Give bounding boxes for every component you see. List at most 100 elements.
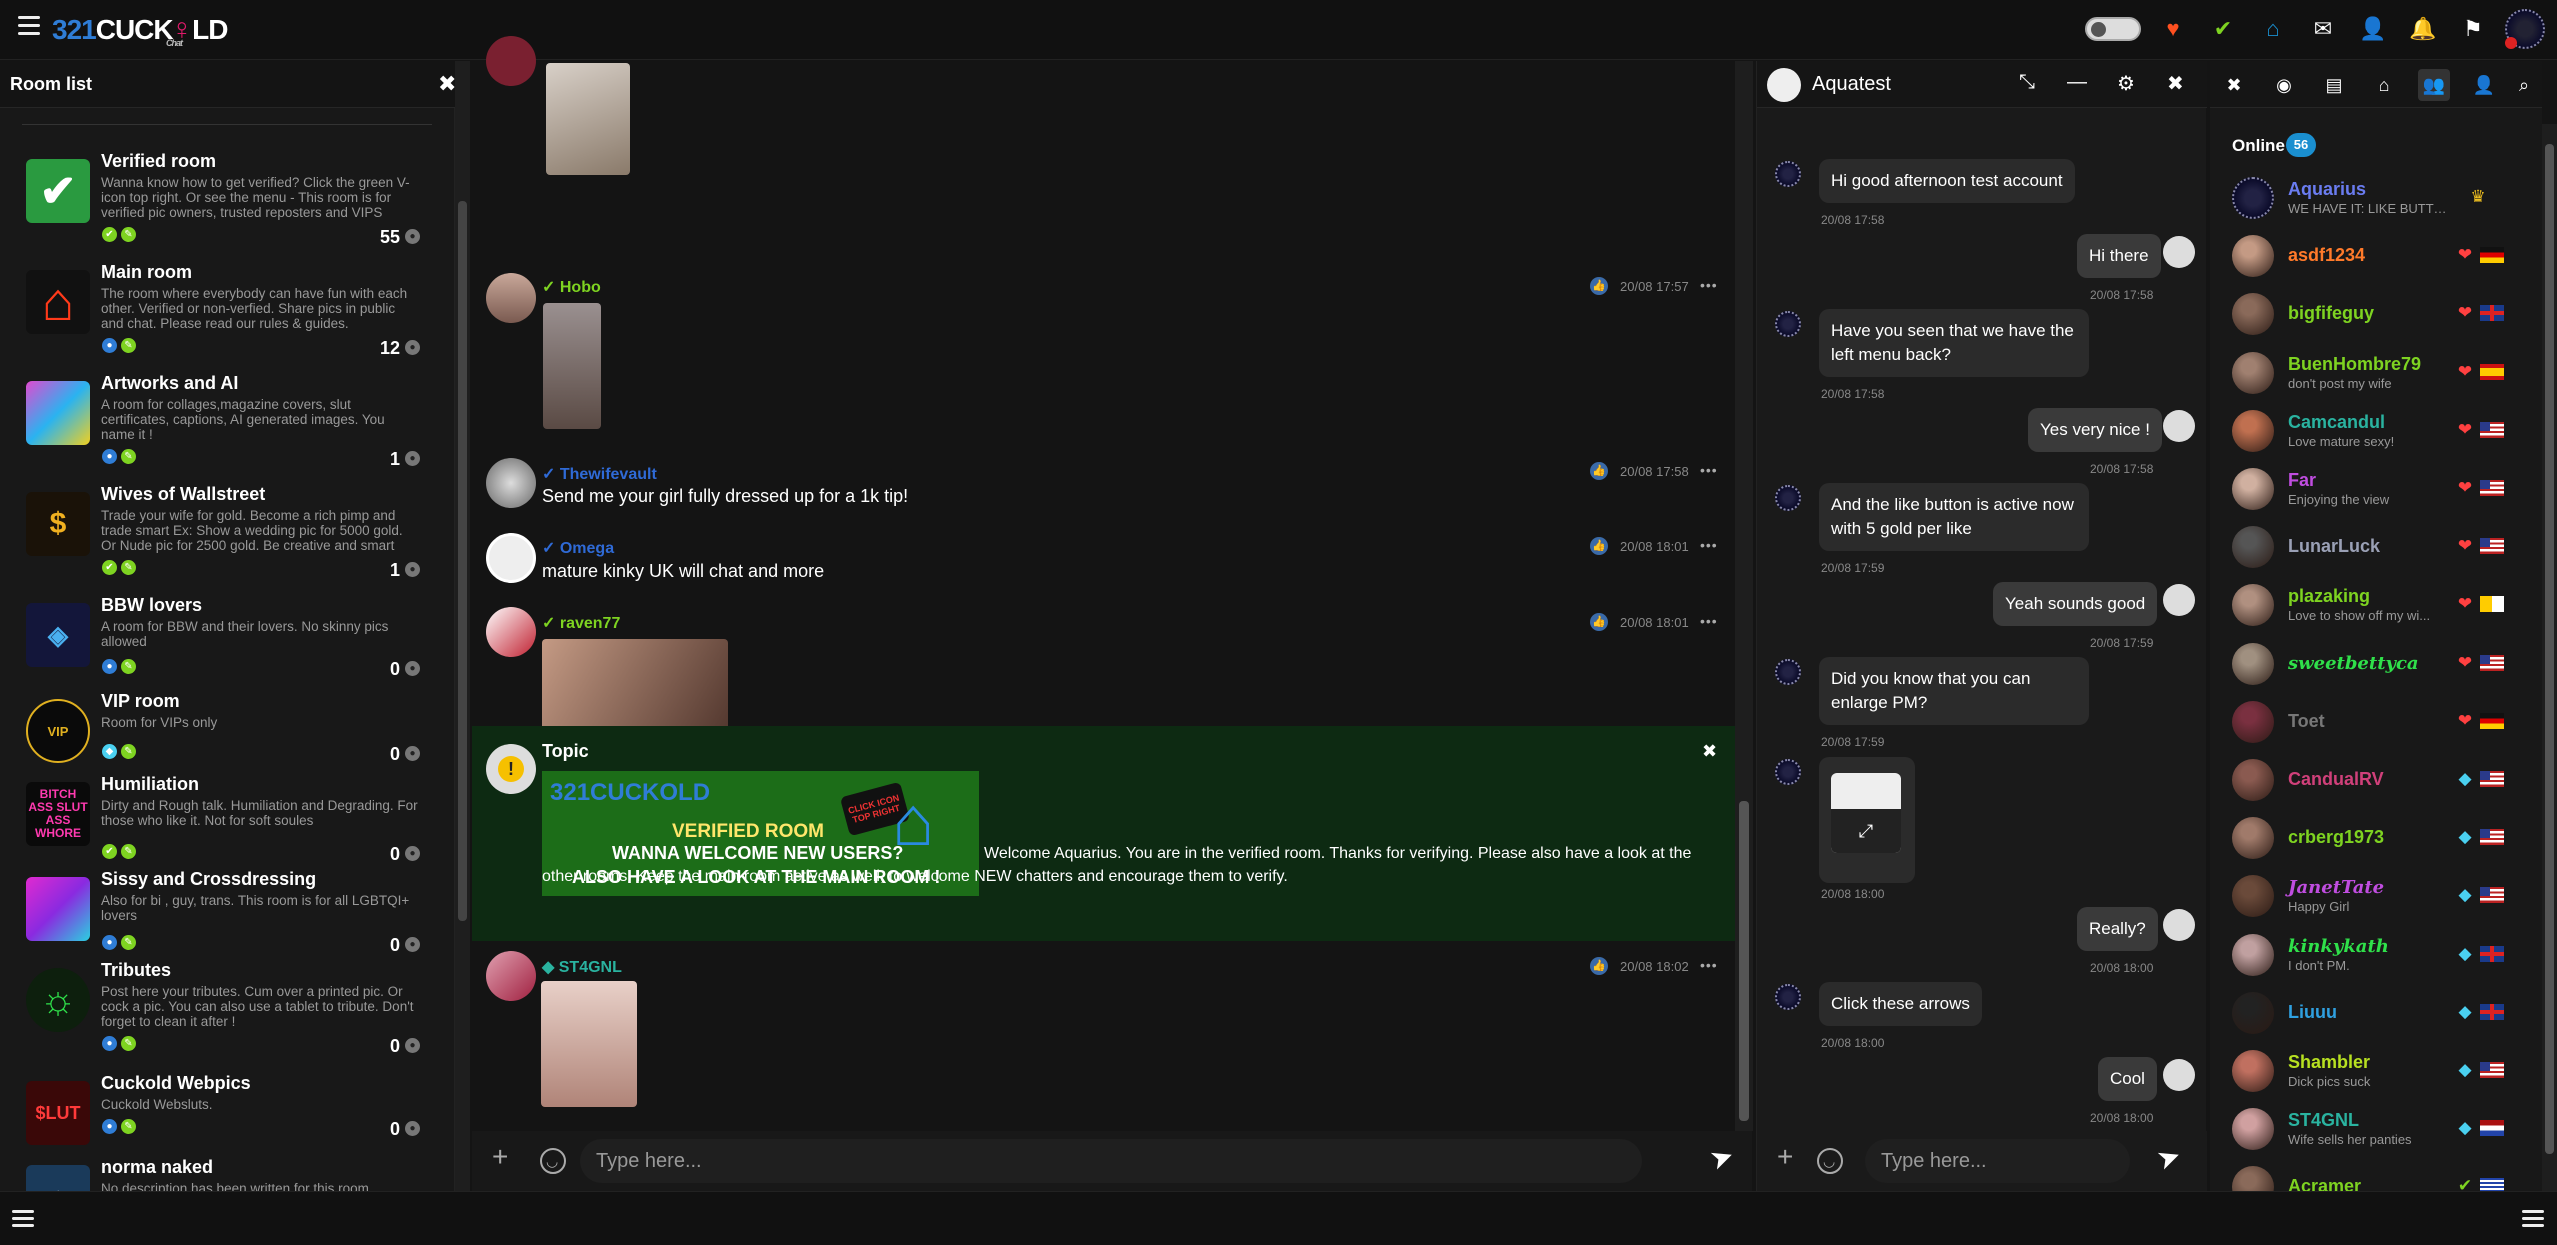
avatar[interactable] [486,36,536,86]
minimize-icon[interactable]: — [2067,71,2087,94]
user-list-item[interactable]: crberg1973 ◆ [2210,813,2530,863]
avatar[interactable] [2232,991,2274,1034]
user-list-item[interactable]: Far Enjoying the view ❤ [2210,464,2530,514]
user-list-item[interactable]: asdf1234 ❤ [2210,231,2530,281]
avatar[interactable] [486,951,536,1001]
user-list-item[interactable]: ST4GNL Wife sells her panties ◆ [2210,1104,2530,1154]
pm-own-avatar[interactable] [2163,584,2195,616]
avatar[interactable] [2232,933,2274,976]
bell-icon[interactable]: 🔔 [2408,14,2438,44]
avatar[interactable] [2232,409,2274,452]
user-list-item[interactable]: CandualRV ◆ [2210,755,2530,805]
mail-icon[interactable]: ✉ [2308,14,2338,44]
pm-message-input[interactable] [1865,1139,2130,1183]
like-icon[interactable]: 👍 [1590,277,1608,295]
like-icon[interactable]: 👍 [1590,613,1608,631]
room-norma-naked[interactable]: ⌂ norma naked No description has been wr… [0,1155,440,1191]
users-scrollbar[interactable] [2542,124,2557,1191]
user-list-item[interactable]: Liuuu ◆ [2210,988,2530,1038]
message-image[interactable] [543,303,601,429]
pm-title[interactable]: Aquatest [1812,73,1891,96]
pm-sender-avatar[interactable] [1775,984,1801,1010]
room-wives-wallstreet[interactable]: $ Wives of Wallstreet Trade your wife fo… [0,482,440,582]
send-icon[interactable]: ➤ [2152,1138,2185,1177]
room-tributes[interactable]: ☼ Tributes Post here your tributes. Cum … [0,958,440,1058]
like-icon[interactable]: 👍 [1590,957,1608,975]
message-username[interactable]: ✓ Hobo [542,277,601,297]
pm-image-message[interactable]: ⤢ [1819,757,1915,883]
emoji-icon[interactable] [1817,1148,1843,1174]
flag-icon[interactable]: ⚑ [2458,14,2488,44]
emoji-icon[interactable] [540,1148,566,1174]
avatar[interactable] [486,273,536,323]
plus-icon[interactable]: + [1777,1141,1793,1173]
close-icon[interactable]: ✖ [438,71,456,97]
main-chat-scrollbar[interactable] [1735,61,1753,1131]
avatar[interactable] [2232,526,2274,569]
close-icon[interactable]: ✖ [2167,71,2184,96]
user-list-item[interactable]: plazaking Love to show off my wi... ❤ [2210,580,2530,630]
rss-icon[interactable]: ◉ [2268,69,2300,101]
avatar[interactable] [2232,468,2274,510]
user-avatar[interactable] [2505,9,2545,49]
shrink-icon[interactable]: ⤡ [2019,71,2035,94]
avatar[interactable] [2232,177,2274,219]
pm-avatar[interactable] [1767,68,1801,102]
gear-icon[interactable]: ⚙ [2117,71,2135,96]
news-icon[interactable]: ▤ [2318,69,2350,101]
message-username[interactable]: ✓ raven77 [542,613,620,633]
user-list-item[interactable]: Aquarius WE HAVE IT: LIKE BUTTON ♛ [2210,173,2530,223]
user-list-item[interactable]: Toet ❤ [2210,697,2530,747]
pm-own-avatar[interactable] [2163,410,2195,442]
room-humiliation[interactable]: BITCH ASS SLUT ASS WHORE Humiliation Dir… [0,772,440,872]
pm-own-avatar[interactable] [2163,1059,2195,1091]
heart-icon[interactable]: ♥ [2158,14,2188,44]
user-list-item[interactable]: JanetTate Happy Girl ◆ [2210,871,2530,921]
user-list-item[interactable]: kinkykath I don't PM. ◆ [2210,930,2530,980]
like-icon[interactable]: 👍 [1590,462,1608,480]
site-logo[interactable]: 321 CUCK ♀ LD Chat [52,8,228,52]
users-icon[interactable]: 👥 [2418,69,2450,101]
user-icon[interactable]: 👤 [2468,69,2500,101]
send-icon[interactable]: ➤ [1705,1138,1738,1177]
user-list-item[interactable]: Camcandul Love mature sexy! ❤ [2210,406,2530,456]
close-icon[interactable]: ✖ [1702,741,1717,762]
room-sissy[interactable]: Sissy and Crossdressing Also for bi , gu… [0,867,440,967]
user-list-item[interactable]: Shambler Dick pics suck ◆ [2210,1046,2530,1096]
user-list-item[interactable]: sweetbettyca ❤ [2210,639,2530,689]
room-list-scrollbar[interactable] [455,61,470,1191]
main-menu-icon[interactable] [18,16,40,36]
avatar[interactable] [2232,235,2274,278]
user-list-item[interactable]: BuenHombre79 don't post my wife ❤ [2210,348,2530,398]
more-options-icon[interactable]: ••• [1700,957,1718,973]
pm-sender-avatar[interactable] [1775,161,1801,187]
plus-icon[interactable]: + [492,1141,508,1173]
pm-own-avatar[interactable] [2163,909,2195,941]
more-options-icon[interactable]: ••• [1700,613,1718,629]
avatar[interactable] [2232,584,2274,627]
room-artworks[interactable]: Artworks and AI A room for collages,maga… [0,371,440,471]
menu-icon[interactable] [2522,1210,2544,1228]
pm-sender-avatar[interactable] [1775,659,1801,685]
pm-sender-avatar[interactable] [1775,485,1801,511]
like-icon[interactable]: 👍 [1590,537,1608,555]
avatar[interactable] [486,533,536,583]
search-icon[interactable]: ⌕ [2508,69,2540,101]
avatar[interactable] [2232,817,2274,860]
room-bbw-lovers[interactable]: ◈ BBW lovers A room for BBW and their lo… [0,593,440,693]
pm-sender-avatar[interactable] [1775,759,1801,785]
message-username[interactable]: ◆ ST4GNL [542,957,622,977]
pm-own-avatar[interactable] [2163,236,2195,268]
message-image[interactable] [541,981,637,1107]
more-options-icon[interactable]: ••• [1700,537,1718,553]
avatar[interactable] [2232,1108,2274,1151]
user-list-item[interactable]: bigfifeguy ❤ [2210,289,2530,339]
avatar[interactable] [2232,700,2274,743]
main-message-input[interactable] [580,1139,1642,1183]
avatar[interactable] [2232,351,2274,394]
expand-arrows-icon[interactable]: ⤢ [1831,809,1901,853]
room-verified[interactable]: ✔ Verified room Wanna know how to get ve… [0,149,440,249]
avatar[interactable] [2232,875,2274,918]
pm-sender-avatar[interactable] [1775,311,1801,337]
avatar[interactable] [2232,759,2274,801]
